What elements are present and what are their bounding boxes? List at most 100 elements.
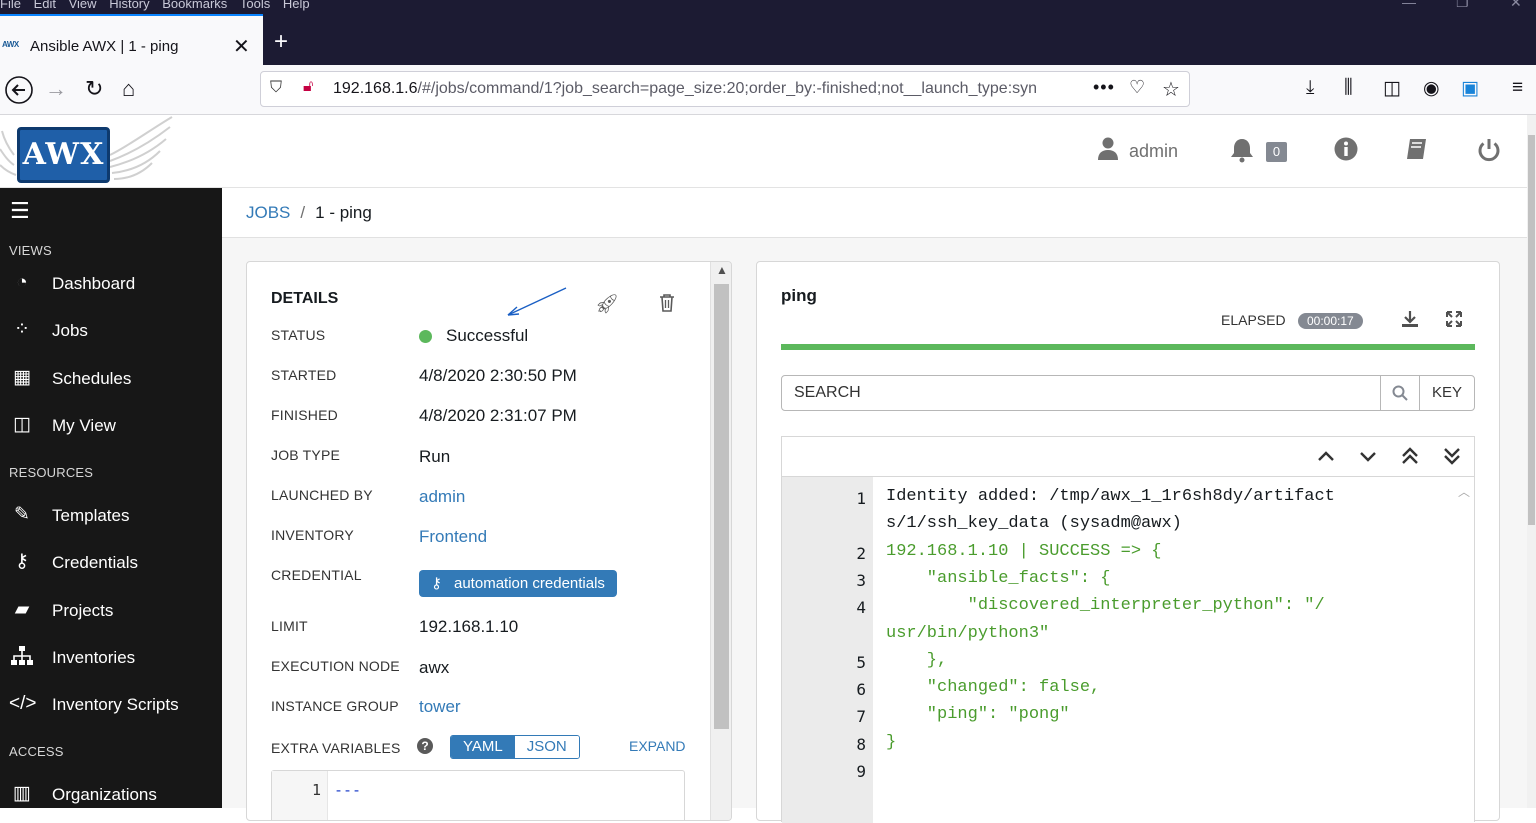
double-chevron-up-icon[interactable]	[1401, 445, 1419, 472]
extension-icon[interactable]: ▣	[1461, 77, 1479, 100]
sidebar-item-credentials[interactable]: ⚷ Credentials	[0, 541, 222, 585]
browser-menubar: File Edit View History Bookmarks Tools H…	[0, 0, 1536, 14]
chevron-down-icon[interactable]	[1359, 445, 1377, 472]
home-icon[interactable]: ⌂	[122, 76, 135, 102]
tab-strip: AWX Ansible AWX | 1 - ping ✕ +	[0, 14, 1536, 65]
url-bar[interactable]: ⛉ 🔓︎ 192.168.1.6/#/jobs/command/1?job_se…	[260, 71, 1190, 107]
search-button[interactable]	[1380, 375, 1420, 411]
sidebar-item-jobs[interactable]: ⁘ Jobs	[0, 309, 222, 353]
delete-trash-icon[interactable]	[659, 294, 675, 317]
sidebar-item-inventory-scripts[interactable]: </> Inventory Scripts	[0, 683, 222, 727]
restore-icon[interactable]: ❐	[1456, 0, 1469, 9]
sidebar-icon[interactable]: ◫	[1383, 77, 1401, 100]
limit-value: 192.168.1.10	[419, 617, 519, 636]
back-icon[interactable]	[4, 76, 34, 112]
sidebar-item-projects[interactable]: ▰ Projects	[0, 589, 222, 633]
yaml-button[interactable]: YAML	[451, 736, 515, 758]
menu-edit[interactable]: Edit	[34, 0, 56, 10]
limit-label: LIMIT	[271, 618, 308, 634]
reload-icon[interactable]: ↻	[85, 76, 103, 102]
scroll-up-icon[interactable]: ▲	[716, 263, 728, 277]
awx-logo[interactable]: AWX	[0, 115, 180, 188]
sidebar-item-dashboard[interactable]: ◔ Dashboard	[0, 262, 222, 306]
url-text[interactable]: 192.168.1.6/#/jobs/command/1?job_search=…	[333, 80, 1053, 98]
details-scrollbar[interactable]: ▲	[710, 262, 731, 820]
extra-variables-editor[interactable]: 1 ---	[271, 770, 685, 820]
close-window-icon[interactable]: ✕	[1510, 0, 1522, 9]
annotation-arrow-icon	[507, 287, 567, 316]
sidebar-item-templates[interactable]: ✎ Templates	[0, 494, 222, 538]
stdout-line-number: 2	[856, 543, 866, 563]
sidebar-item-label: Projects	[52, 601, 114, 620]
menu-bookmarks[interactable]: Bookmarks	[162, 0, 227, 10]
editor-code[interactable]: ---	[334, 781, 361, 799]
spinner-icon: ⁘	[14, 319, 30, 340]
stdout-line-text: usr/bin/python3"	[886, 623, 1050, 643]
page-scroll-thumb[interactable]	[1528, 135, 1535, 525]
page-actions-icon[interactable]: •••	[1093, 77, 1115, 98]
url-host: 192.168.1.6	[333, 80, 418, 97]
sidebar-item-schedules[interactable]: ▦ Schedules	[0, 357, 222, 401]
sidebar-item-my-view[interactable]: ◫ My View	[0, 404, 222, 448]
notification-count-badge: 0	[1266, 142, 1287, 162]
calendar-icon: ▦	[13, 367, 31, 388]
help-icon[interactable]: ?	[417, 738, 433, 754]
insecure-lock-icon[interactable]: 🔓︎	[303, 78, 313, 96]
fullscreen-icon[interactable]	[1446, 311, 1462, 332]
tachometer-icon: ◔	[16, 272, 28, 293]
tab-title: Ansible AWX | 1 - ping	[30, 38, 179, 55]
user-name[interactable]: admin	[1129, 141, 1178, 162]
menu-history[interactable]: History	[109, 0, 149, 10]
edit-icon: ✎	[14, 504, 30, 525]
started-value: 4/8/2020 2:30:50 PM	[419, 366, 577, 385]
inventory-link[interactable]: Frontend	[419, 527, 487, 547]
credential-label: CREDENTIAL	[271, 567, 362, 583]
key-button[interactable]: KEY	[1419, 375, 1475, 411]
info-icon[interactable]	[1334, 137, 1358, 167]
sidebar-item-organizations[interactable]: ▥ Organizations	[0, 773, 222, 817]
building-icon: ▥	[13, 783, 31, 804]
account-icon[interactable]: ◉	[1423, 77, 1440, 100]
library-icon[interactable]: ⫼	[1344, 77, 1353, 99]
breadcrumb-separator: /	[300, 203, 306, 222]
shield-icon[interactable]: ⛉	[270, 79, 282, 97]
download-output-icon[interactable]	[1401, 310, 1419, 333]
forward-icon[interactable]: →	[45, 76, 67, 102]
power-icon[interactable]	[1476, 137, 1502, 169]
chevron-up-icon[interactable]	[1317, 445, 1335, 472]
relaunch-rocket-icon[interactable]: 🚀︎	[595, 292, 619, 316]
hamburger-menu-icon[interactable]: ☰	[10, 200, 30, 222]
bookmark-star-icon[interactable]: ☆	[1162, 77, 1180, 102]
menu-file[interactable]: File	[0, 0, 21, 10]
instance-group-link[interactable]: tower	[419, 697, 461, 717]
menu-view[interactable]: View	[69, 0, 97, 10]
user-icon[interactable]	[1098, 137, 1118, 167]
json-button[interactable]: JSON	[514, 736, 579, 758]
stdout-scroll-up-icon[interactable]: ︿	[1458, 483, 1470, 500]
pocket-icon[interactable]: ♡	[1129, 77, 1145, 98]
menu-icon[interactable]: ≡	[1512, 77, 1523, 99]
breadcrumb-jobs-link[interactable]: JOBS	[246, 203, 290, 222]
bell-icon[interactable]	[1229, 137, 1255, 169]
menu-tools[interactable]: Tools	[240, 0, 270, 10]
stdout-line-number: 7	[856, 707, 866, 727]
scroll-thumb[interactable]	[714, 284, 729, 729]
menu-help[interactable]: Help	[283, 0, 310, 10]
sidebar-item-label: Templates	[52, 506, 130, 525]
search-input[interactable]: SEARCH	[781, 375, 1381, 411]
minimize-icon[interactable]: —	[1402, 0, 1416, 9]
browser-tab[interactable]: AWX Ansible AWX | 1 - ping ✕	[0, 14, 263, 65]
close-tab-icon[interactable]: ✕	[233, 34, 250, 59]
download-icon[interactable]: ⤓	[1306, 77, 1314, 99]
credential-chip[interactable]: ⚷ automation credentials	[419, 570, 617, 597]
sitemap-icon	[9, 646, 35, 672]
page-scrollbar[interactable]	[1527, 115, 1536, 808]
expand-button[interactable]: EXPAND	[629, 738, 686, 754]
stdout-line-text: "ansible_facts": {	[886, 568, 1111, 588]
launched-by-link[interactable]: admin	[419, 487, 465, 507]
sidebar-item-inventories[interactable]: Inventories	[0, 636, 222, 680]
code-icon: </>	[9, 693, 37, 714]
new-tab-icon[interactable]: +	[274, 28, 288, 56]
book-icon[interactable]	[1405, 137, 1429, 167]
double-chevron-down-icon[interactable]	[1443, 445, 1461, 472]
